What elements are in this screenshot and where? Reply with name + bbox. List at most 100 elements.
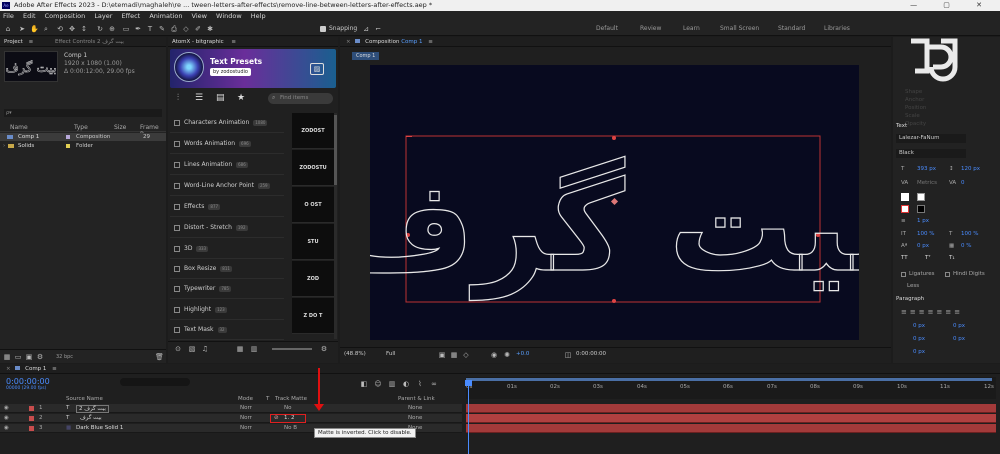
add-file-icon[interactable]: ▤: [216, 94, 225, 103]
horizontal-scale-value[interactable]: 100 %: [961, 231, 978, 237]
label-color-swatch[interactable]: [29, 426, 34, 431]
menu-file[interactable]: File: [3, 12, 14, 20]
playhead-handle[interactable]: [465, 380, 472, 386]
timeline-layer-row[interactable]: ◉ 1 T بیت گرف 2 Norr No None: [0, 404, 462, 413]
chain-icon[interactable]: ∞: [430, 380, 438, 388]
menu-layer[interactable]: Layer: [94, 12, 112, 20]
tsume-value[interactable]: 0 %: [961, 243, 971, 249]
eraser-tool-icon[interactable]: ◇: [182, 25, 190, 33]
dolly-tool-icon[interactable]: ↕: [80, 25, 88, 33]
preset-category[interactable]: Distort - Stretch 192: [170, 218, 284, 238]
new-comp-icon[interactable]: ▣: [25, 353, 33, 361]
no-fill-swatch[interactable]: [901, 205, 909, 213]
trash-icon[interactable]: 🗑: [155, 353, 164, 361]
orbit-tool-icon[interactable]: ⟲: [56, 25, 64, 33]
close-icon[interactable]: ×: [346, 39, 351, 45]
expand-arrow-icon[interactable]: ›: [3, 142, 5, 150]
indent-left[interactable]: 0 px: [913, 323, 925, 329]
layer-parent[interactable]: None: [408, 405, 422, 411]
visibility-eye-icon[interactable]: ◉: [4, 405, 9, 411]
space-after[interactable]: 0 px: [953, 336, 965, 342]
label-color-swatch[interactable]: [66, 135, 70, 139]
preset-category[interactable]: Words Animation 696: [170, 134, 284, 154]
timeline-layer-row[interactable]: ◉ 2 T بیت گرف Norr ⊘ 1. 2 None: [0, 414, 462, 423]
playhead[interactable]: [468, 380, 469, 454]
paragraph-align-buttons[interactable]: ≡≡≡≡≡≡≡: [901, 308, 991, 316]
tt-allcaps-button[interactable]: TT: [901, 255, 908, 261]
list-icon[interactable]: ☰: [195, 94, 203, 103]
bpc-label[interactable]: 32 bpc: [56, 354, 73, 360]
interpret-footage-icon[interactable]: ▦: [3, 353, 11, 361]
preset-thumbnail[interactable]: Z DO T: [292, 298, 334, 334]
workspace-learn[interactable]: Learn: [683, 25, 700, 32]
col-mode[interactable]: Mode: [238, 396, 253, 402]
vertical-scale-value[interactable]: 100 %: [917, 231, 934, 237]
star-icon[interactable]: ★: [237, 94, 245, 103]
brush-tool-icon[interactable]: ✎: [158, 25, 166, 33]
snap-icon[interactable]: ⊿: [362, 25, 370, 33]
shy-icon[interactable]: ☺: [374, 380, 382, 388]
preset-category[interactable]: Typewriter 785: [170, 279, 284, 299]
grid-icon[interactable]: ▦: [236, 345, 244, 353]
transparency-grid-icon[interactable]: ▦: [450, 351, 458, 359]
layer-mode[interactable]: Norr: [240, 415, 252, 421]
layer-name[interactable]: بیت گرف: [80, 415, 102, 421]
composition-tab-comp[interactable]: Comp 1: [401, 39, 422, 45]
snapping-checkbox[interactable]: [320, 26, 326, 32]
composition-tab-prefix[interactable]: Composition: [365, 39, 399, 45]
work-area-bar[interactable]: [466, 378, 992, 381]
draft-3d-icon[interactable]: ◧: [360, 380, 368, 388]
timeline-search-input[interactable]: [120, 378, 190, 386]
thumbnail-size-slider[interactable]: [272, 348, 312, 350]
layer-track-matte[interactable]: No B: [284, 425, 297, 431]
region-icon[interactable]: ▣: [438, 351, 446, 359]
space-before[interactable]: 0 px: [913, 336, 925, 342]
preset-category[interactable]: Characters Animation 1080: [170, 113, 284, 133]
image-icon[interactable]: ▨: [310, 63, 324, 75]
music-icon[interactable]: ♫: [201, 345, 209, 353]
workspace-review[interactable]: Review: [640, 25, 661, 32]
col-parent[interactable]: Parent & Link: [398, 396, 435, 402]
close-icon[interactable]: ×: [6, 366, 11, 372]
preset-thumbnail[interactable]: ZODOST: [292, 113, 334, 149]
sliders-icon[interactable]: ⫶: [174, 94, 182, 103]
roto-tool-icon[interactable]: ✐: [194, 25, 202, 33]
tt-superscript-button[interactable]: Tᵀ: [925, 255, 930, 261]
layer-duration-bar[interactable]: [466, 404, 996, 413]
col-type[interactable]: Type: [74, 124, 88, 131]
stamp-tool-icon[interactable]: ⎙: [170, 25, 178, 33]
project-item[interactable]: › Solids Folder: [0, 142, 166, 150]
atomx-scrollbar[interactable]: [334, 113, 337, 339]
project-tab[interactable]: Project: [4, 39, 23, 45]
label-color-swatch[interactable]: [29, 416, 34, 421]
exposure-value[interactable]: +0.0: [516, 351, 529, 357]
font-style-dropdown[interactable]: Black: [896, 149, 966, 158]
hindi-digits-checkbox[interactable]: [945, 272, 950, 277]
kerning-value[interactable]: Metrics: [917, 180, 937, 186]
preset-thumbnail[interactable]: O OST: [292, 187, 334, 223]
split-icon[interactable]: ▥: [250, 345, 258, 353]
pen-tool-icon[interactable]: ✒: [134, 25, 142, 33]
tracking-value[interactable]: 0: [961, 180, 965, 186]
workspace-libraries[interactable]: Libraries: [824, 25, 850, 32]
motion-blur-icon[interactable]: ◐: [402, 380, 410, 388]
timeline-timecode[interactable]: 0:00:00:00: [6, 377, 50, 386]
rotate-tool-icon[interactable]: ↻: [96, 25, 104, 33]
menu-view[interactable]: View: [192, 12, 207, 20]
window-controls[interactable]: — ▢ ✕: [910, 0, 994, 11]
layer-name[interactable]: بیت گرف 2: [76, 405, 109, 413]
preset-category[interactable]: 3D 333: [170, 239, 284, 259]
type-tool-icon[interactable]: T: [146, 25, 154, 33]
anchor-tool-icon[interactable]: ⊕: [108, 25, 116, 33]
label-color-swatch[interactable]: [66, 144, 70, 148]
zoom-tool-icon[interactable]: ⌕: [42, 25, 50, 33]
home-icon[interactable]: ⌂: [4, 25, 12, 33]
layer-name[interactable]: Dark Blue Solid 1: [76, 425, 123, 431]
preset-thumbnail[interactable]: ZOD: [292, 261, 334, 297]
mask-icon[interactable]: ◇: [462, 351, 470, 359]
transform-handle[interactable]: [612, 136, 616, 140]
layer-duration-bar[interactable]: [466, 414, 996, 423]
frame-blend-icon[interactable]: ▥: [388, 380, 396, 388]
col-size[interactable]: Size: [114, 124, 126, 131]
preset-category[interactable]: Box Resize 811: [170, 259, 284, 279]
